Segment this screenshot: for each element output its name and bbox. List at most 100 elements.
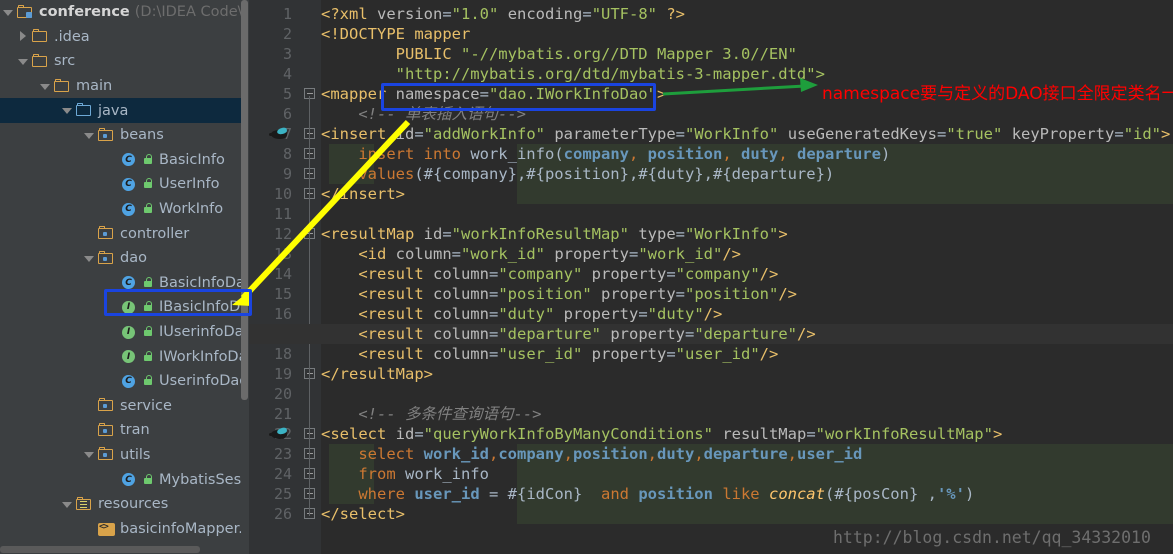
tree-vertical-scrollbar[interactable] [241,0,249,554]
line-number: 20 [273,385,292,403]
tree-item-basicinfomapper-xml[interactable]: basicinfoMapper.xml [0,516,249,541]
chevron-down-icon[interactable] [40,81,51,92]
code-line[interactable]: <result column="user_id" property="user_… [321,344,778,364]
code-token: type [638,225,676,243]
code-line[interactable]: <result column="duty" property="duty"/> [321,304,722,324]
tree-item-iuserinfodao[interactable]: I IUserinfoDao [0,320,249,345]
code-token: "company" [675,265,760,283]
tree-item-userinfodaoim[interactable]: C UserinfoDaoIm [0,369,249,394]
tree-item-resources[interactable]: resources [0,492,249,517]
code-token: > [656,85,667,103]
code-token: = [479,485,508,503]
tree-item-beans[interactable]: beans [0,123,249,148]
code-line[interactable]: from work_info [321,464,489,484]
tree-item-utils[interactable]: utils [0,443,249,468]
tree-item-src[interactable]: src [0,49,249,74]
tree-item-root[interactable]: conference(D:\IDEA Code\conferen [0,0,249,25]
code-line[interactable]: <?xml version="1.0" encoding="UTF-8" ?> [321,4,685,24]
chevron-down-icon[interactable] [62,105,73,116]
code-line[interactable]: select work_id,company,position,duty,dep… [321,444,862,464]
tree-item-tran[interactable]: tran [0,418,249,443]
tree-item-main[interactable]: main [0,74,249,99]
tree-item-workinfo[interactable]: C WorkInfo [0,197,249,222]
code-line[interactable]: <result column="departure" property="dep… [321,324,815,344]
code-line[interactable]: PUBLIC "-//mybatis.org//DTD Mapper 3.0//… [321,44,797,64]
chevron-down-icon[interactable] [3,7,14,18]
code-line[interactable]: <!-- 单表插入语句--> [321,104,526,124]
tree-horizontal-scrollbar-thumb[interactable] [0,546,200,553]
code-token: column [395,245,452,263]
code-line[interactable]: </select> [321,504,405,524]
code-line[interactable]: <id column="work_id" property="work_id"/… [321,244,741,264]
mybatis-statement-icon[interactable] [269,427,291,442]
folder-icon [54,78,71,94]
chevron-down-icon[interactable] [84,449,95,460]
tree-item-label: MybatisSession [159,471,249,488]
code-token: ?> [657,5,686,23]
chevron-placeholder [84,425,95,436]
code-line[interactable]: insert into work_info(company, position,… [321,144,890,164]
tree-item-ibasicinfodao[interactable]: I IBasicInfoDao [0,295,249,320]
tree-item-mybatissession[interactable]: C MybatisSession [0,467,249,492]
code-line[interactable]: <select id="queryWorkInfoByManyCondition… [321,424,1002,444]
code-token: <resultMap [321,225,424,243]
project-tree-panel[interactable]: conference(D:\IDEA Code\conferen .idea src… [0,0,249,554]
tree-item-basicinfodaoim[interactable]: C BasicInfoDaoIm [0,271,249,296]
code-token: select [358,445,424,463]
chevron-down-icon[interactable] [62,499,73,510]
code-line[interactable]: <!DOCTYPE mapper [321,24,470,44]
code-line[interactable]: "http://mybatis.org/dtd/mybatis-3-mapper… [321,64,825,84]
code-line[interactable]: where user_id = #{idCon} and position li… [321,484,974,504]
chevron-down-icon[interactable] [18,56,29,67]
code-token: "company" [498,265,583,283]
code-line[interactable]: <result column="company" property="compa… [321,264,778,284]
code-token: </select> [321,505,405,523]
editor-gutter[interactable]: 1234567891011121314151617181920212223242… [249,0,297,554]
editor-fold-column[interactable] [269,0,321,554]
tree-item-userinfo[interactable]: C UserInfo [0,172,249,197]
chevron-right-icon[interactable] [18,31,29,42]
code-line[interactable]: <mapper namespace="dao.IWorkInfoDao"> [321,84,666,104]
tree-item-controller[interactable]: controller [0,221,249,246]
chevron-down-icon[interactable] [84,253,95,264]
tree-item-iworkinfodao[interactable]: I IWorkInfoDao [0,344,249,369]
code-token: duty [657,445,695,463]
code-token: id [395,125,415,143]
code-line[interactable]: <result column="position" property="posi… [321,284,797,304]
code-line[interactable]: </insert> [321,184,405,204]
tree-item-basicinfo[interactable]: C BasicInfo [0,148,249,173]
tree-item-service[interactable]: service [0,394,249,419]
code-token: "UTF-8" [591,5,658,23]
tree-vertical-scrollbar-thumb[interactable] [241,0,248,400]
mybatis-statement-icon[interactable] [269,127,291,142]
java-class-icon: C [120,152,137,167]
code-line[interactable]: <!-- 多条件查询语句--> [321,404,541,424]
line-number: 26 [273,505,292,523]
line-number: 15 [273,285,292,303]
code-token: "WorkInfo" [685,125,779,143]
tree-item-dao[interactable]: dao [0,246,249,271]
chevron-down-icon[interactable] [84,130,95,141]
code-token: "WorkInfo" [685,225,779,243]
code-token: company [563,145,629,163]
code-token: = [684,325,695,343]
tree-item--idea[interactable]: .idea [0,25,249,50]
tree-horizontal-scrollbar[interactable] [0,545,241,554]
tree-item-java[interactable]: java [0,98,249,123]
code-line[interactable]: values(#{company},#{position},#{duty},#{… [321,164,834,184]
code-token: keyProperty [1011,125,1115,143]
package-icon [98,422,115,438]
code-token: "work_id" [638,245,723,263]
fold-guide-line [309,96,310,516]
tree-item-label: basicinfoMapper.xml [120,520,249,537]
code-token: = [488,265,499,283]
code-line[interactable]: <insert id="addWorkInfo" parameterType="… [321,124,1170,144]
code-line[interactable]: <resultMap id="workInfoResultMap" type="… [321,224,788,244]
code-line[interactable]: </resultMap> [321,364,433,384]
